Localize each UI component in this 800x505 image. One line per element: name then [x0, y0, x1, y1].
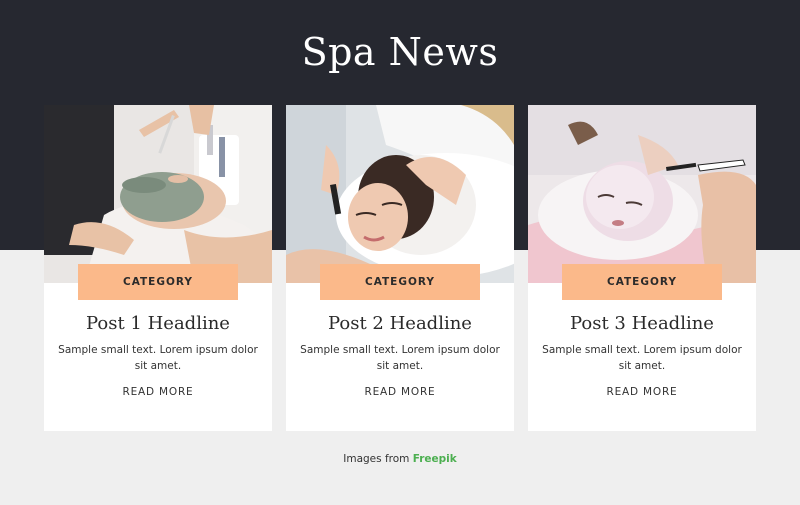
post-cards: CATEGORY Post 1 Headline Sample small te… [44, 105, 756, 431]
post-headline[interactable]: Post 1 Headline [44, 313, 272, 334]
post-card-2: CATEGORY Post 2 Headline Sample small te… [286, 105, 514, 431]
category-badge[interactable]: CATEGORY [562, 264, 722, 300]
read-more-link[interactable]: READ MORE [44, 386, 272, 398]
image-credit: Images from Freepik [0, 453, 800, 465]
read-more-link[interactable]: READ MORE [286, 386, 514, 398]
post-excerpt: Sample small text. Lorem ipsum dolor sit… [58, 344, 258, 372]
freepik-link[interactable]: Freepik [413, 453, 457, 465]
read-more-link[interactable]: READ MORE [528, 386, 756, 398]
clay-mask-photo [44, 105, 272, 283]
post-image-3[interactable] [528, 105, 756, 283]
post-image-1[interactable] [44, 105, 272, 283]
post-excerpt: Sample small text. Lorem ipsum dolor sit… [300, 344, 500, 372]
post-excerpt: Sample small text. Lorem ipsum dolor sit… [542, 344, 742, 372]
post-card-1: CATEGORY Post 1 Headline Sample small te… [44, 105, 272, 431]
post-image-2[interactable] [286, 105, 514, 283]
category-badge[interactable]: CATEGORY [320, 264, 480, 300]
page-title: Spa News [301, 30, 499, 74]
post-headline[interactable]: Post 3 Headline [528, 313, 756, 334]
credit-prefix: Images from [343, 453, 413, 465]
category-badge[interactable]: CATEGORY [78, 264, 238, 300]
page: Spa News CATEGORY Post 1 Headline Sample… [0, 0, 800, 505]
post-card-3: CATEGORY Post 3 Headline Sample small te… [528, 105, 756, 431]
white-mask-photo [528, 105, 756, 283]
post-headline[interactable]: Post 2 Headline [286, 313, 514, 334]
head-massage-photo [286, 105, 514, 283]
